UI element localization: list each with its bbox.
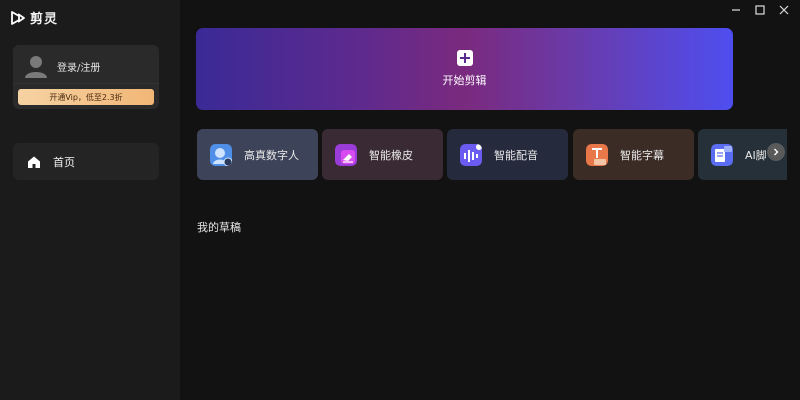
- tool-label: 智能橡皮: [369, 148, 413, 162]
- user-card: 登录/注册 开通Vip，低至2.3折: [13, 45, 159, 109]
- minimize-icon: [732, 9, 740, 11]
- tool-label: 智能字幕: [620, 148, 664, 162]
- tool-smart-subtitle[interactable]: 智能字幕: [573, 129, 694, 180]
- sidebar: 剪灵 登录/注册 开通Vip，低至2.3折 首页: [0, 0, 180, 400]
- subtitle-icon: [586, 143, 608, 166]
- login-link[interactable]: 登录/注册: [23, 53, 100, 79]
- app-name: 剪灵: [30, 12, 59, 27]
- start-editing-label: 开始剪辑: [442, 74, 487, 87]
- vip-button[interactable]: 开通Vip，低至2.3折: [18, 89, 154, 105]
- digital-human-icon: [210, 143, 232, 166]
- maximize-icon: [755, 5, 765, 15]
- close-icon: [779, 5, 789, 15]
- app-window: 剪灵 登录/注册 开通Vip，低至2.3折 首页 开始剪辑 高真数字人 智能橡皮…: [0, 0, 800, 400]
- avatar-icon: [25, 56, 47, 78]
- scroll-right-button[interactable]: [767, 143, 785, 161]
- plus-icon: [456, 50, 473, 66]
- tool-smart-eraser[interactable]: 智能橡皮: [322, 129, 443, 180]
- ai-script-icon: [711, 143, 733, 166]
- tool-label: 智能配音: [494, 148, 538, 162]
- window-controls: [730, 4, 790, 16]
- sidebar-item-home[interactable]: 首页: [13, 143, 159, 180]
- chevron-right-icon: [774, 148, 779, 156]
- app-logo: 剪灵: [10, 8, 58, 27]
- start-editing-button[interactable]: 开始剪辑: [196, 28, 733, 110]
- maximize-button[interactable]: [754, 4, 766, 16]
- eraser-icon: [335, 143, 357, 166]
- tool-label: AI脚: [745, 148, 767, 162]
- tools-row: 高真数字人 智能橡皮 智能配音 智能字幕 AI脚: [197, 129, 787, 181]
- tool-label: 高真数字人: [244, 148, 299, 162]
- app-logo-icon: [11, 10, 25, 25]
- tool-digital-human[interactable]: 高真数字人: [197, 129, 318, 180]
- tool-smart-voiceover[interactable]: 智能配音: [447, 129, 568, 180]
- close-button[interactable]: [778, 4, 790, 16]
- minimize-button[interactable]: [730, 4, 742, 16]
- voice-wave-icon: [460, 143, 482, 166]
- home-icon: [28, 156, 40, 168]
- drafts-title: 我的草稿: [197, 221, 241, 234]
- sidebar-item-label: 首页: [53, 155, 75, 169]
- login-register-label: 登录/注册: [57, 62, 101, 74]
- divider: [13, 83, 159, 84]
